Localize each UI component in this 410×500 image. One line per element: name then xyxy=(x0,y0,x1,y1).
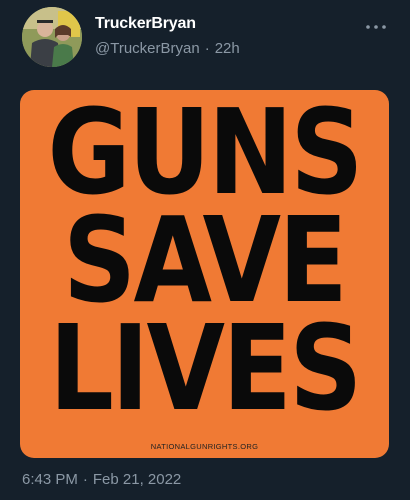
post-time: 6:43 PM xyxy=(22,471,78,488)
image-watermark: NATIONALGUNRIGHTS.ORG xyxy=(150,442,259,451)
tweet-image[interactable]: GUNS SAVE LIVES NATIONALGUNRIGHTS.ORG xyxy=(20,90,389,458)
handle[interactable]: @TruckerBryan xyxy=(95,40,200,57)
sign-text: GUNS SAVE LIVES xyxy=(20,90,389,458)
avatar[interactable] xyxy=(22,7,82,67)
avatar-photo xyxy=(22,7,82,67)
relative-time[interactable]: 22h xyxy=(215,40,240,57)
more-horizontal-icon[interactable] xyxy=(364,20,388,32)
sign-line-1: GUNS xyxy=(47,90,364,221)
display-name[interactable]: TruckerBryan xyxy=(95,14,196,34)
sign-line-2: SAVE xyxy=(63,191,348,329)
timestamp[interactable]: 6:43 PM · Feb 21, 2022 xyxy=(22,470,181,490)
post-date: Feb 21, 2022 xyxy=(92,471,182,488)
handle-line: @TruckerBryan · 22h xyxy=(95,39,240,59)
tweet: TruckerBryan @TruckerBryan · 22h GUNS SAVE… xyxy=(0,0,410,500)
sign-line-3: LIVES xyxy=(49,299,362,437)
separator-dot: · xyxy=(204,40,210,57)
separator-dot: · xyxy=(82,471,88,488)
